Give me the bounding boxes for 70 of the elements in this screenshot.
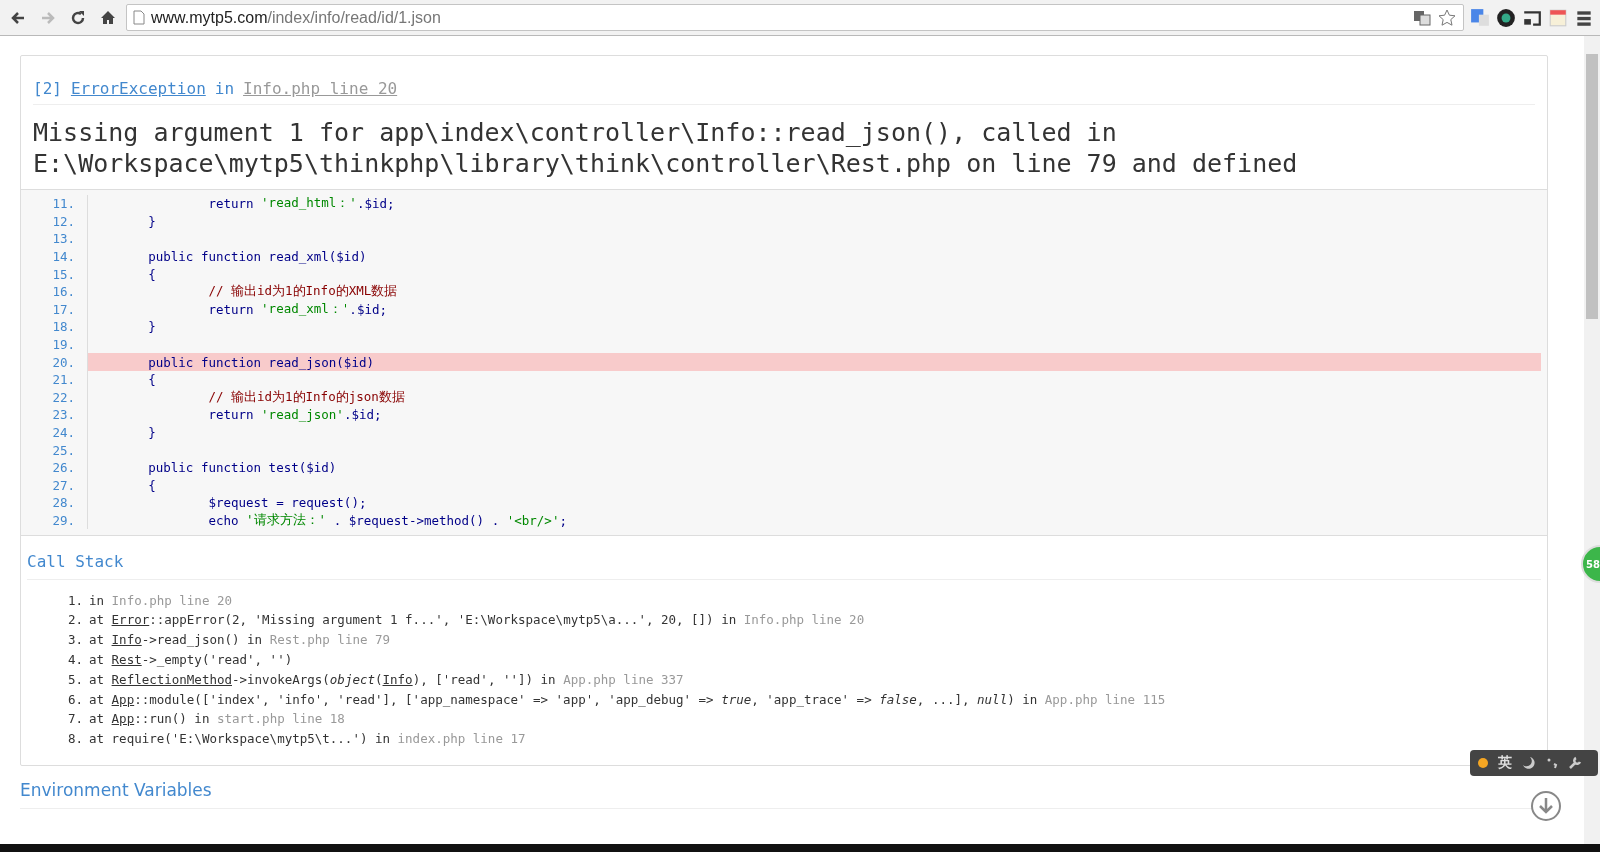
- line-number: 22.: [21, 388, 88, 407]
- item-number: 8.: [66, 731, 83, 747]
- status-dot-icon: [1478, 758, 1488, 768]
- item-number: 3.: [66, 632, 83, 648]
- code-line: echo '请求方法：' . $request->method() . '<br/>';: [207, 511, 568, 530]
- url-text: www.mytp5.com/index/info/read/id/1.json: [151, 8, 442, 27]
- input-mode-toggle[interactable]: 英: [1498, 754, 1512, 772]
- exception-class-link[interactable]: ErrorException: [70, 79, 206, 98]
- stack-frame: at ReflectionMethod->invokeArgs(object(Info), ['read', '']) in App.php line 337: [89, 671, 684, 687]
- code-line: {: [147, 371, 157, 389]
- code-line: {: [147, 476, 157, 495]
- line-number: 25.: [21, 441, 88, 459]
- code-line: }: [147, 318, 157, 336]
- wrench-icon[interactable]: [1568, 756, 1582, 770]
- line-number: 13.: [21, 230, 88, 248]
- code-line: $request = request();: [207, 494, 368, 512]
- stack-frame: at Error::appError(2, 'Missing argument 1 f...', 'E:\Workspace\mytp5\a...', 20, []) in Info.php line 20: [89, 612, 865, 628]
- code-line: {: [147, 265, 157, 283]
- code-line: public function test($id): [147, 459, 338, 477]
- translate-icon[interactable]: [1413, 9, 1431, 26]
- line-number: 23.: [21, 406, 88, 424]
- moon-icon[interactable]: [1522, 756, 1536, 770]
- page-icon: [133, 10, 145, 25]
- code-line: // 输出id为1的Info的XML数据: [207, 282, 399, 301]
- item-number: 1.: [66, 592, 83, 608]
- line-number: 27.: [21, 476, 88, 495]
- floating-badge[interactable]: 58: [1581, 545, 1600, 583]
- calendar-icon[interactable]: [1548, 7, 1568, 28]
- item-number: 5.: [66, 671, 83, 687]
- line-number: 26.: [21, 458, 88, 477]
- code-line: }: [147, 424, 157, 442]
- stack-frame: at App::module(['index', 'info', 'read'], ['app_namespace' => 'app', 'app_debug' => true, 'app_trace' => false, ...], null) in App.php line 115: [89, 691, 1166, 707]
- scrollbar[interactable]: [1584, 36, 1600, 844]
- code-line: // 输出id为1的Info的json数据: [207, 388, 406, 406]
- punctuation-icon[interactable]: [1546, 756, 1558, 770]
- line-number: 21.: [21, 370, 88, 389]
- error-code: [2]: [33, 79, 62, 98]
- address-bar[interactable]: www.mytp5.com/index/info/read/id/1.json: [126, 4, 1464, 31]
- file-location-link[interactable]: Info.php line 20: [243, 79, 398, 98]
- line-number: 17.: [21, 300, 88, 319]
- item-number: 7.: [66, 711, 83, 727]
- code-line: public function read_xml($id): [147, 248, 368, 266]
- stack-frame: at App::run() in start.php line 18: [89, 711, 345, 727]
- line-number: 11.: [21, 195, 88, 213]
- line-number: 16.: [21, 282, 88, 301]
- in-label: in: [214, 79, 235, 98]
- stack-frame: at require('E:\Workspace\mytp5\t...') in index.php line 17: [89, 731, 526, 747]
- stack-frame: at Info->read_json() in Rest.php line 79: [89, 632, 391, 648]
- line-number: 19.: [21, 335, 88, 354]
- stack-frame: in Info.php line 20: [89, 592, 232, 608]
- camera-lens-icon[interactable]: [1496, 7, 1516, 28]
- line-number: 18.: [21, 318, 88, 336]
- line-number: 24.: [21, 423, 88, 442]
- line-number: 12.: [21, 212, 88, 231]
- item-number: 2.: [66, 612, 83, 628]
- error-message: Missing argument 1 for app\index\controller\Info::read_json(), called in E:\Workspace\mytp5\thinkphp\library\think\controller\Rest.php on line 79 and defined: [33, 117, 1299, 179]
- line-number: 15.: [21, 265, 88, 283]
- line-number: 28.: [21, 494, 88, 512]
- code-line: return 'read_xml：'.$id;: [207, 300, 388, 319]
- code-line: }: [147, 212, 157, 231]
- item-number: 6.: [66, 691, 83, 707]
- call-stack-title: Call Stack: [27, 552, 1541, 581]
- star-icon[interactable]: [1437, 7, 1457, 28]
- line-number: 14.: [21, 247, 88, 266]
- translate-extension-icon[interactable]: [1470, 7, 1490, 28]
- line-number: 29.: [21, 511, 88, 530]
- item-number: 4.: [66, 652, 83, 668]
- code-line: return 'read_json'.$id;: [207, 406, 383, 424]
- code-line: return 'read_html：'.$id;: [207, 195, 396, 213]
- stack-frame: at Rest->_empty('read', ''): [89, 652, 293, 668]
